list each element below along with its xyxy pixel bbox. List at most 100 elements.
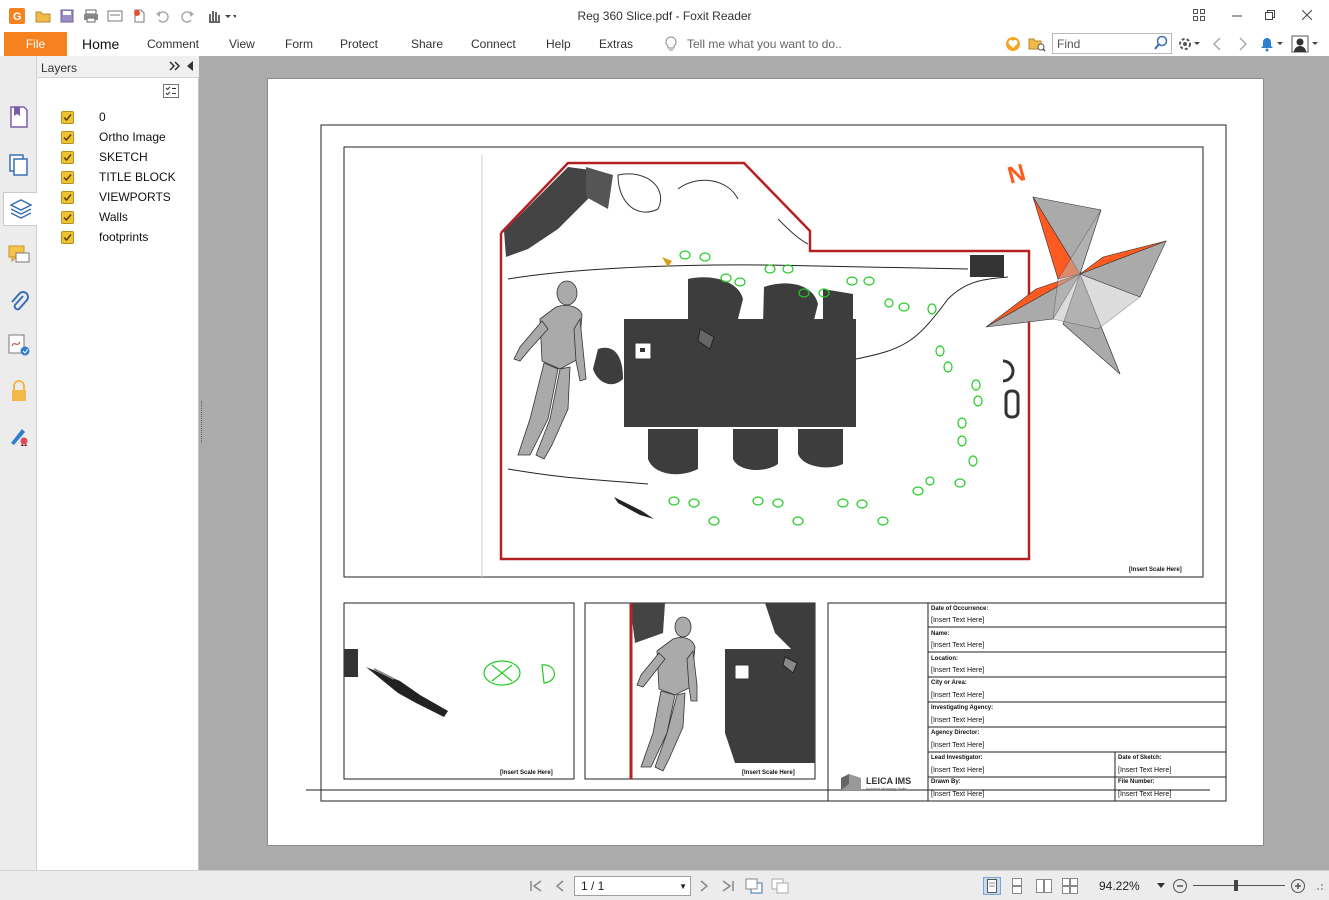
tell-me-search[interactable]: Tell me what you want to do.. (664, 36, 842, 52)
nav-forward-icon[interactable] (1234, 35, 1252, 53)
layer-item-title-block[interactable]: TITLE BLOCK (61, 168, 176, 186)
previous-view-icon[interactable] (745, 877, 763, 895)
tb-value-date-of-occurrence[interactable]: [Insert Text Here] (931, 617, 984, 624)
page-dropdown-icon[interactable]: ▼ (673, 882, 687, 891)
single-page-view-icon[interactable] (983, 877, 1001, 895)
undo-icon[interactable] (154, 7, 172, 25)
layer-checkbox[interactable] (61, 210, 74, 224)
next-view-icon[interactable] (771, 877, 789, 895)
minimize-button[interactable] (1222, 4, 1252, 26)
tb-value-drawn-by[interactable]: [Insert Text Here] (931, 791, 984, 798)
panel-splitter[interactable] (199, 56, 205, 870)
user-account-icon[interactable] (1290, 35, 1320, 53)
search-icon[interactable] (1153, 35, 1169, 54)
continuous-facing-view-icon[interactable] (1061, 877, 1079, 895)
save-icon[interactable] (58, 7, 76, 25)
menu-bar: File Home Comment View Form Protect Shar… (0, 32, 1329, 56)
bookmarks-icon[interactable] (4, 100, 34, 134)
scan-icon[interactable] (106, 7, 124, 25)
tb-label-location: Location: (931, 656, 958, 662)
tell-me-text: Tell me what you want to do.. (687, 37, 842, 51)
last-page-icon[interactable] (719, 877, 737, 895)
page-number-field[interactable]: 1 / 1 ▼ (574, 876, 691, 896)
expand-panel-icon[interactable] (169, 60, 181, 75)
tab-share[interactable]: Share (411, 37, 443, 51)
layers-icon[interactable] (3, 192, 37, 226)
zoom-slider-thumb[interactable] (1234, 880, 1238, 891)
resize-grip-icon[interactable] (1312, 877, 1326, 895)
continuous-view-icon[interactable] (1008, 877, 1026, 895)
digital-signature-pen-icon[interactable] (4, 418, 34, 452)
tab-comment[interactable]: Comment (147, 37, 199, 51)
layer-checkbox[interactable] (61, 230, 74, 244)
layer-checkbox[interactable] (61, 150, 74, 164)
find-input[interactable] (1057, 36, 1153, 51)
layer-checkbox[interactable] (61, 190, 74, 204)
tab-protect[interactable]: Protect (340, 37, 378, 51)
tb-value-name[interactable]: [Insert Text Here] (931, 642, 984, 649)
facing-view-icon[interactable] (1035, 877, 1053, 895)
new-file-icon[interactable] (130, 7, 148, 25)
leica-logo-mark (841, 774, 861, 790)
layer-item-walls[interactable]: Walls (61, 208, 128, 226)
document-viewport[interactable]: N [Insert Scale Here] [Insert Scale Here… (199, 56, 1329, 870)
page-thumbnails-icon[interactable] (4, 148, 34, 182)
file-tab[interactable]: File (4, 32, 67, 56)
tb-value-file-number[interactable]: [Insert Text Here] (1118, 791, 1171, 798)
comments-icon[interactable] (4, 238, 34, 272)
redo-icon[interactable] (178, 7, 196, 25)
layer-item-sketch[interactable]: SKETCH (61, 148, 148, 166)
tab-form[interactable]: Form (285, 37, 313, 51)
heart-icon[interactable] (1004, 35, 1022, 53)
restore-button[interactable] (1255, 4, 1285, 26)
security-lock-icon[interactable] (4, 374, 34, 408)
open-folder-icon[interactable] (34, 7, 52, 25)
previous-page-icon[interactable] (551, 877, 569, 895)
close-button[interactable] (1292, 4, 1322, 26)
print-icon[interactable] (82, 7, 100, 25)
find-folder-icon[interactable] (1028, 35, 1046, 53)
layer-item-footprints[interactable]: footprints (61, 228, 148, 246)
next-page-icon[interactable] (695, 877, 713, 895)
tab-connect[interactable]: Connect (471, 37, 516, 51)
zoom-dropdown-icon[interactable] (1156, 877, 1166, 895)
layer-item-ortho-image[interactable]: Ortho Image (61, 128, 166, 146)
tab-view[interactable]: View (229, 37, 255, 51)
tab-help[interactable]: Help (546, 37, 571, 51)
zoom-slider[interactable] (1193, 885, 1285, 886)
layer-checkbox[interactable] (61, 170, 74, 184)
ribbon-toggle-icon[interactable] (1184, 4, 1214, 26)
find-box[interactable] (1052, 33, 1172, 54)
tb-value-location[interactable]: [Insert Text Here] (931, 667, 984, 674)
tb-value-agency[interactable]: [Insert Text Here] (931, 717, 984, 724)
scale-label-main: [Insert Scale Here] (1129, 567, 1182, 573)
nav-back-icon[interactable] (1208, 35, 1226, 53)
first-page-icon[interactable] (527, 877, 545, 895)
tb-value-city[interactable]: [Insert Text Here] (931, 692, 984, 699)
foxit-logo-icon[interactable]: G (8, 7, 26, 25)
signature-icon[interactable] (4, 328, 34, 362)
settings-gear-icon[interactable] (1176, 35, 1202, 53)
zoom-in-icon[interactable] (1289, 877, 1307, 895)
tb-value-director[interactable]: [Insert Text Here] (931, 742, 984, 749)
layer-item-0[interactable]: 0 (61, 108, 106, 126)
tab-home[interactable]: Home (82, 36, 119, 52)
layer-options-icon[interactable] (163, 84, 179, 101)
layer-checkbox[interactable] (61, 110, 74, 124)
zoom-value[interactable]: 94.22% (1099, 879, 1140, 893)
tb-label-date-of-occurrence: Date of Occurrence: (931, 606, 989, 612)
tb-label-drawn-by: Drawn By: (931, 779, 961, 785)
tb-value-date-of-sketch[interactable]: [Insert Text Here] (1118, 767, 1171, 774)
tb-value-lead-investigator[interactable]: [Insert Text Here] (931, 767, 984, 774)
layer-item-viewports[interactable]: VIEWPORTS (61, 188, 171, 206)
collapse-panel-icon[interactable] (185, 60, 195, 75)
pdf-page[interactable]: N [Insert Scale Here] [Insert Scale Here… (267, 78, 1264, 846)
lightbulb-icon (665, 36, 677, 51)
tab-extras[interactable]: Extras (599, 37, 633, 51)
hand-tool-dropdown[interactable] (204, 7, 238, 25)
layer-checkbox[interactable] (61, 130, 74, 144)
detail-viewport-figure (629, 603, 815, 779)
notification-bell-icon[interactable] (1258, 35, 1284, 53)
zoom-out-icon[interactable] (1171, 877, 1189, 895)
attachments-paperclip-icon[interactable] (4, 284, 34, 318)
